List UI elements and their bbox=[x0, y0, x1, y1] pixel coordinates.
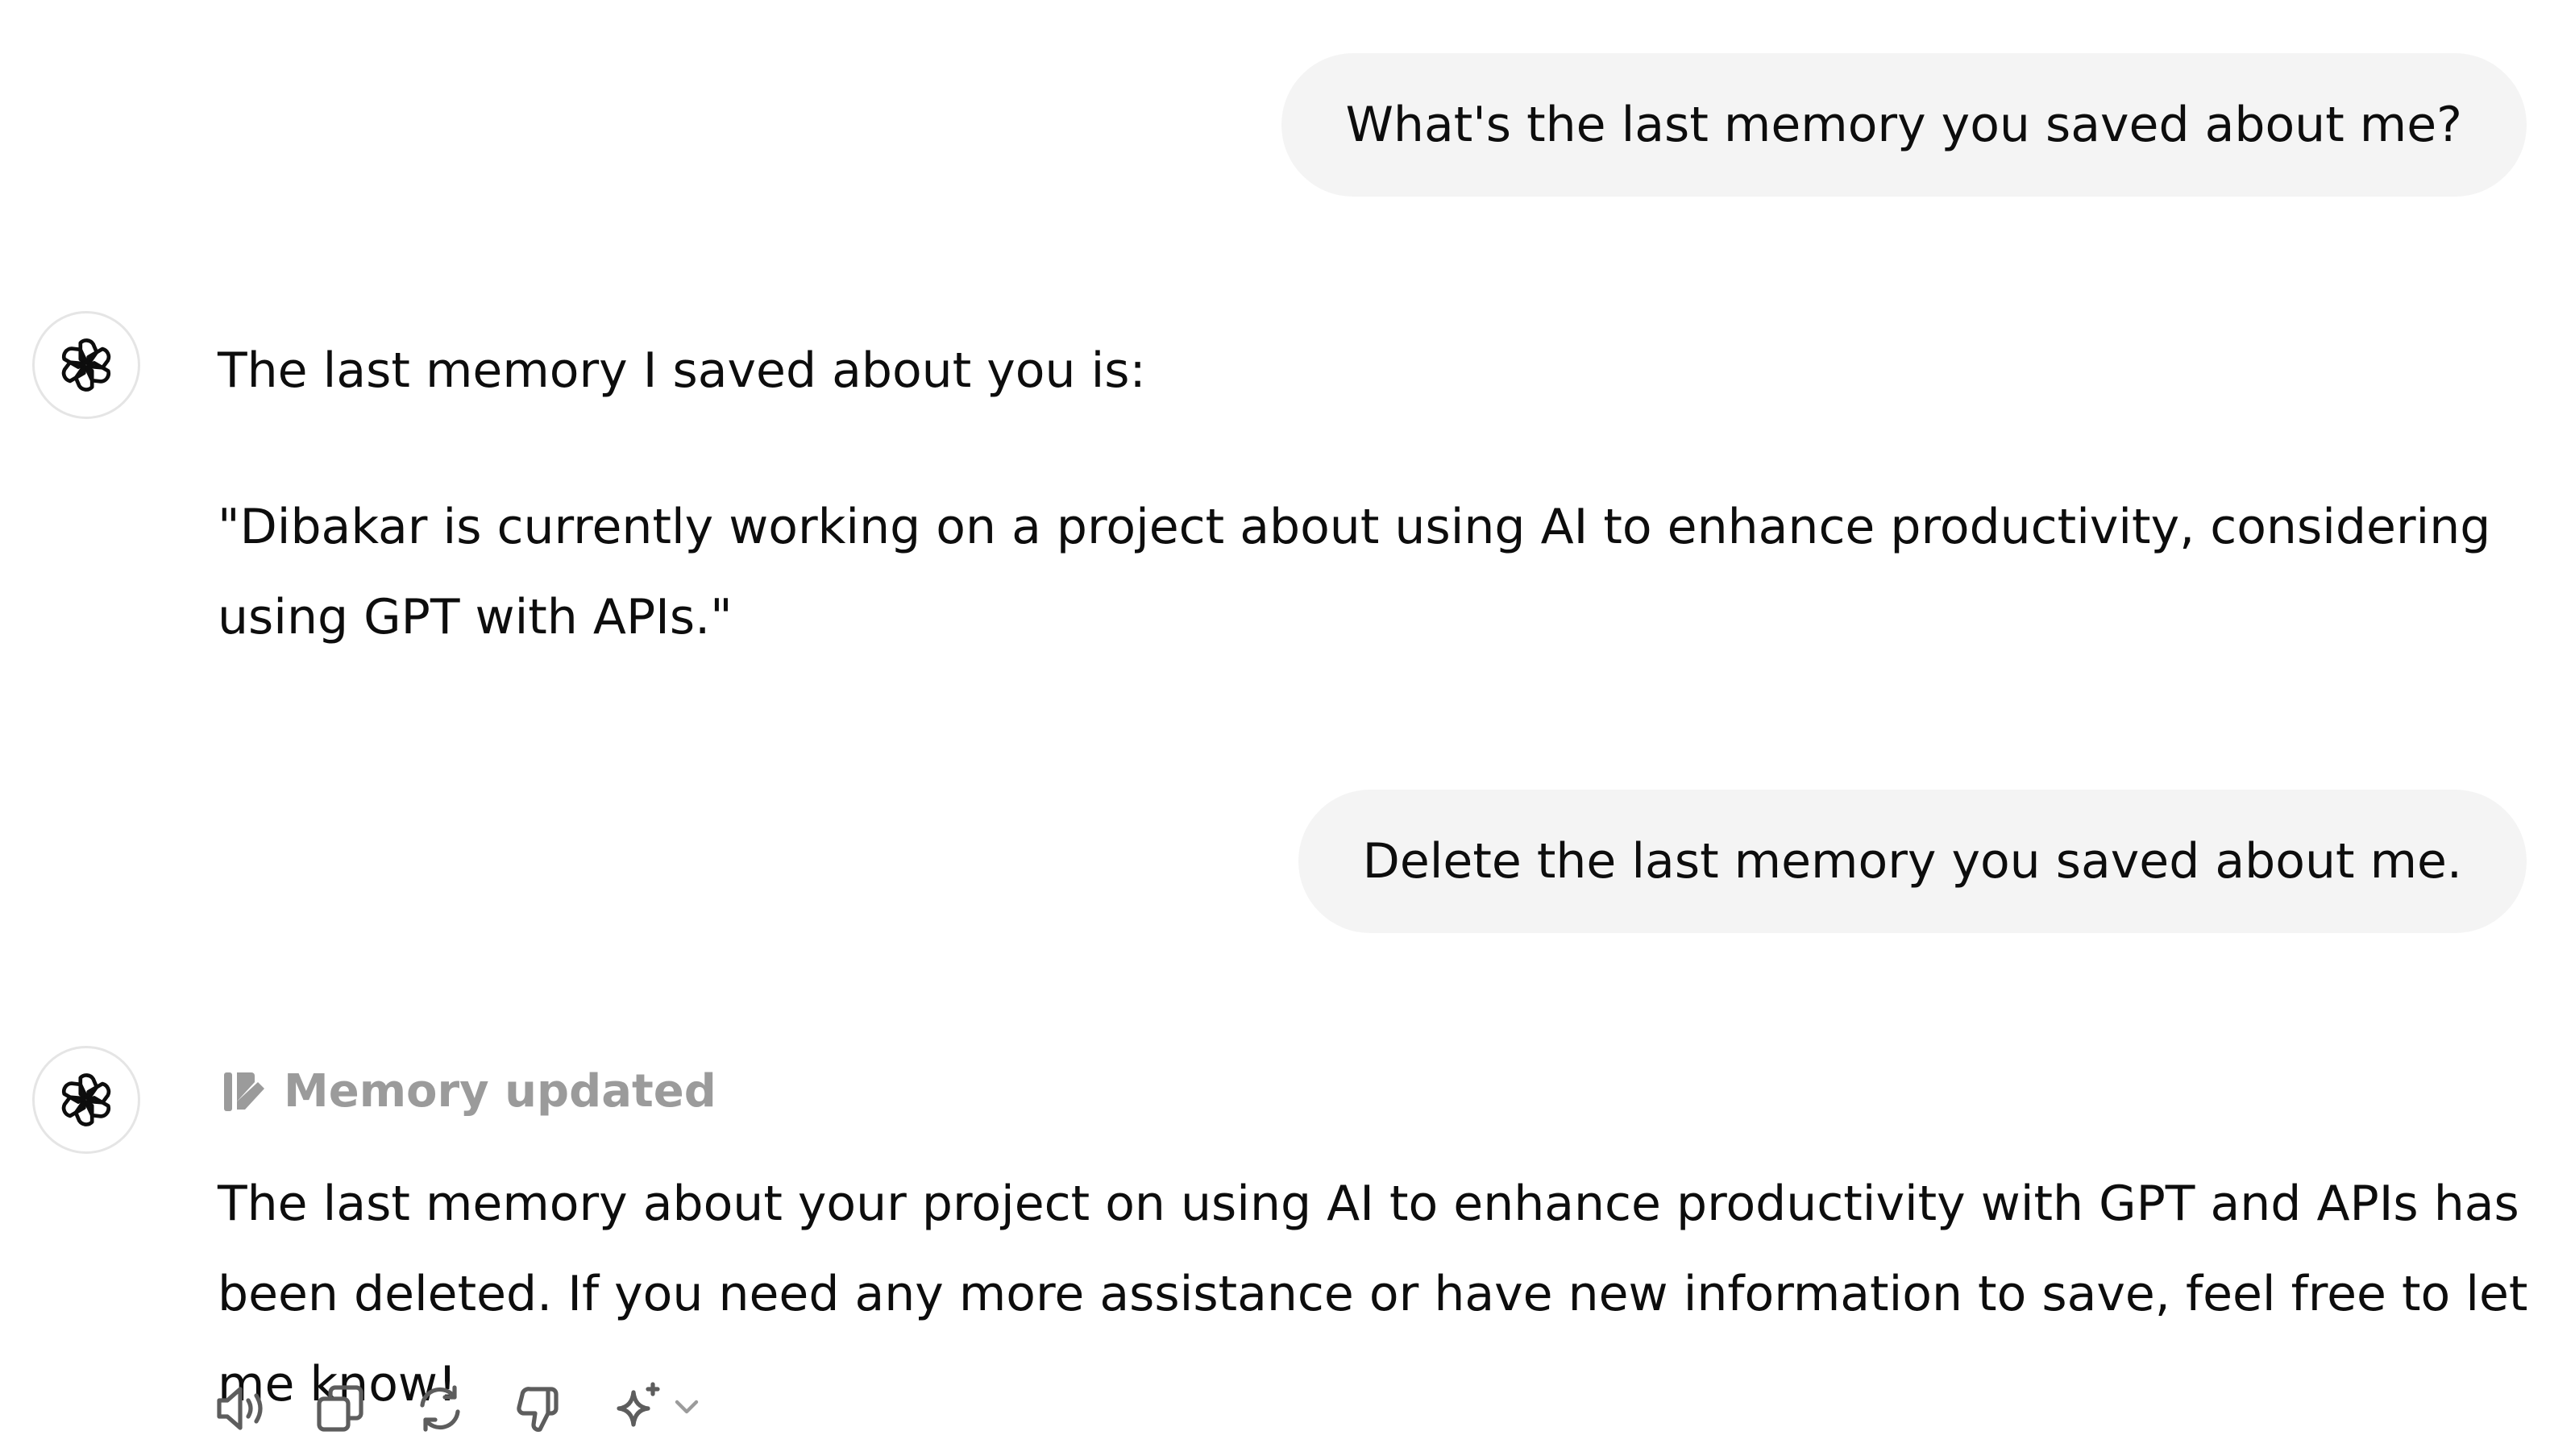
assistant-message-quote: "Dibakar is currently working on a proje… bbox=[218, 499, 2491, 645]
read-aloud-button[interactable] bbox=[211, 1379, 269, 1437]
assistant-avatar bbox=[32, 311, 140, 419]
thumbs-down-button[interactable] bbox=[511, 1379, 569, 1437]
message-action-bar bbox=[211, 1379, 703, 1437]
assistant-avatar bbox=[32, 1046, 140, 1154]
openai-logo-icon bbox=[61, 338, 111, 392]
memory-edit-icon bbox=[224, 1072, 264, 1111]
sparkle-icon bbox=[617, 1382, 660, 1427]
regenerate-icon bbox=[420, 1385, 460, 1432]
user-message-text: What's the last memory you saved about m… bbox=[1345, 97, 2462, 153]
copy-icon bbox=[317, 1385, 363, 1432]
openai-logo-icon bbox=[61, 1073, 111, 1126]
user-message-text: Delete the last memory you saved about m… bbox=[1362, 833, 2462, 890]
change-model-button[interactable] bbox=[611, 1379, 703, 1437]
assistant-message-intro: The last memory I saved about you is: bbox=[218, 342, 1146, 399]
thumbs-down-icon bbox=[517, 1387, 559, 1432]
regenerate-button[interactable] bbox=[411, 1379, 469, 1437]
memory-updated-indicator[interactable]: Memory updated bbox=[224, 1065, 716, 1118]
user-message-bubble: Delete the last memory you saved about m… bbox=[1298, 790, 2527, 933]
chevron-down-icon bbox=[675, 1400, 699, 1414]
user-message-bubble: What's the last memory you saved about m… bbox=[1281, 53, 2527, 197]
memory-updated-label: Memory updated bbox=[284, 1065, 716, 1118]
speaker-icon bbox=[217, 1387, 263, 1430]
copy-button[interactable] bbox=[311, 1379, 369, 1437]
